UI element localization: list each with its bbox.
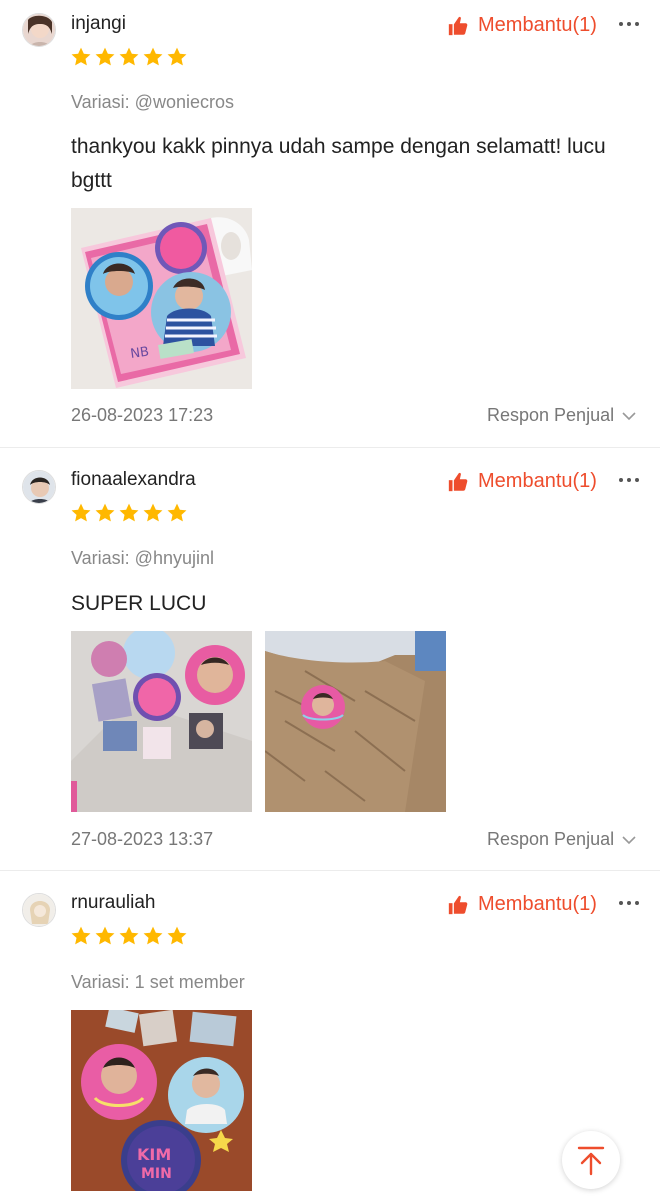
avatar[interactable]: [22, 470, 56, 504]
svg-text:KIM: KIM: [137, 1145, 171, 1164]
review-item: injangi Membantu(1) Variasi: @woniecros …: [0, 0, 660, 448]
svg-text:MIN: MIN: [141, 1166, 172, 1182]
star-icon: [70, 502, 92, 524]
star-icon: [70, 925, 92, 947]
thumbs-up-icon: [447, 894, 469, 916]
helpful-label: Membantu(1): [478, 14, 597, 36]
star-icon: [142, 46, 164, 68]
review-photo[interactable]: KIM MIN: [71, 1010, 252, 1191]
star-rating: [70, 502, 188, 524]
review-photos: KIM MIN: [71, 1010, 252, 1191]
chevron-down-icon: [622, 411, 636, 421]
thumbs-up-icon: [447, 15, 469, 37]
seller-response-toggle[interactable]: Respon Penjual: [487, 829, 636, 850]
more-dots-icon[interactable]: [617, 14, 641, 34]
star-icon: [118, 46, 140, 68]
star-icon: [142, 925, 164, 947]
star-icon: [94, 46, 116, 68]
seller-response-toggle[interactable]: Respon Penjual: [487, 405, 636, 426]
scroll-to-top-icon: [577, 1146, 605, 1176]
star-icon: [94, 502, 116, 524]
review-date: 27-08-2023 13:37: [71, 829, 214, 849]
thumbs-up-icon: [447, 471, 469, 493]
star-icon: [118, 502, 140, 524]
review-item: rnurauliah Membantu(1) Variasi: 1 set me…: [0, 871, 660, 1200]
review-comment: SUPER LUCU: [71, 592, 207, 615]
star-icon: [166, 46, 188, 68]
more-dots-icon[interactable]: [617, 893, 641, 913]
star-rating: [70, 925, 188, 947]
more-dots-icon[interactable]: [617, 470, 641, 490]
svg-text:NB: NB: [129, 345, 150, 362]
star-icon: [94, 925, 116, 947]
review-photos: NB: [71, 208, 252, 389]
chevron-down-icon: [622, 835, 636, 845]
star-icon: [70, 46, 92, 68]
helpful-label: Membantu(1): [478, 893, 597, 915]
variation-label: Variasi: 1 set member: [71, 972, 245, 992]
seller-response-label: Respon Penjual: [487, 829, 615, 849]
star-icon: [142, 502, 164, 524]
star-icon: [166, 502, 188, 524]
helpful-button[interactable]: Membantu(1): [447, 14, 597, 37]
scroll-to-top-button[interactable]: [562, 1131, 620, 1189]
review-photo[interactable]: [265, 631, 446, 812]
variation-label: Variasi: @woniecros: [71, 92, 234, 112]
star-rating: [70, 46, 188, 68]
variation-label: Variasi: @hnyujinl: [71, 548, 214, 568]
avatar[interactable]: [22, 893, 56, 927]
avatar[interactable]: [22, 13, 56, 47]
review-photos: [71, 631, 446, 812]
star-icon: [118, 925, 140, 947]
helpful-button[interactable]: Membantu(1): [447, 893, 597, 916]
review-comment: thankyou kakk pinnya udah sampe dengan s…: [71, 135, 606, 192]
review-item: fionaalexandra Membantu(1) Variasi: @hny…: [0, 448, 660, 871]
username[interactable]: rnurauliah: [71, 892, 156, 914]
seller-response-label: Respon Penjual: [487, 405, 615, 425]
username[interactable]: fionaalexandra: [71, 469, 196, 491]
review-photo[interactable]: [71, 631, 252, 812]
review-photo[interactable]: NB: [71, 208, 252, 389]
star-icon: [166, 925, 188, 947]
helpful-button[interactable]: Membantu(1): [447, 470, 597, 493]
username[interactable]: injangi: [71, 13, 126, 35]
helpful-label: Membantu(1): [478, 470, 597, 492]
review-date: 26-08-2023 17:23: [71, 405, 214, 425]
